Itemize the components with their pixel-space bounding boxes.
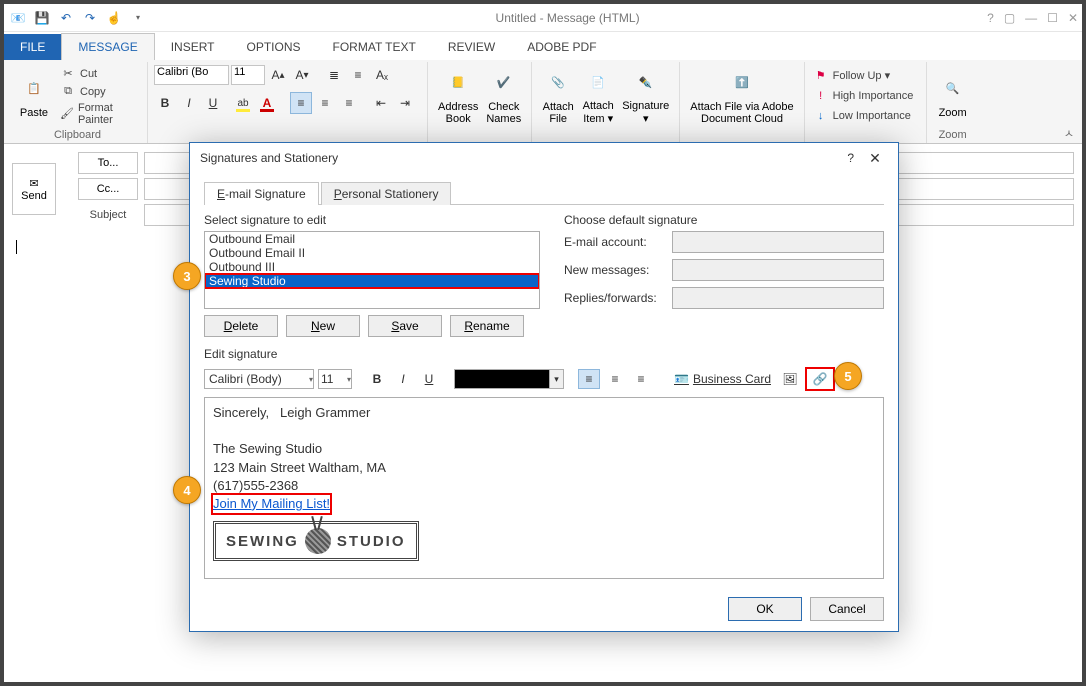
callout-3: 3 — [173, 262, 201, 290]
edit-size-select[interactable]: 11▾ — [318, 369, 352, 389]
signatures-dialog: Signatures and Stationery ? ✕ E-mail Sig… — [189, 142, 899, 632]
tab-email-signature[interactable]: E-mail Signature — [204, 182, 319, 205]
new-messages-select[interactable] — [672, 259, 884, 281]
save-button[interactable]: Save — [368, 315, 442, 337]
ok-button[interactable]: OK — [728, 597, 802, 621]
choose-default-label: Choose default signature — [564, 213, 884, 227]
sig-item-outbound3[interactable]: Outbound III — [205, 260, 539, 274]
edit-bold-button[interactable]: B — [366, 369, 388, 389]
callout-4: 4 — [173, 476, 201, 504]
sig-item-outbound[interactable]: Outbound Email — [205, 232, 539, 246]
edit-font-color[interactable]: ▾ — [454, 369, 564, 389]
business-card-icon: 🪪 — [674, 372, 689, 386]
business-card-button[interactable]: 🪪Business Card — [670, 372, 775, 386]
edit-toolbar: Calibri (Body)▾ 11▾ B I U ▾ ≡ ≡ ≡ 🪪Busin… — [204, 365, 884, 393]
delete-button[interactable]: Delete — [204, 315, 278, 337]
dialog-title: Signatures and Stationery — [200, 151, 338, 165]
edit-italic-button[interactable]: I — [392, 369, 414, 389]
edit-align-left-icon[interactable]: ≡ — [578, 369, 600, 389]
sig-mailing-link[interactable]: Join My Mailing List! — [213, 495, 330, 513]
edit-align-center-icon[interactable]: ≡ — [604, 369, 626, 389]
callout-5: 5 — [834, 362, 862, 390]
email-account-select[interactable] — [672, 231, 884, 253]
rename-button[interactable]: Rename — [450, 315, 524, 337]
sig-company: The Sewing Studio — [213, 440, 875, 458]
signature-edit-area[interactable]: Sincerely, Leigh Grammer The Sewing Stud… — [204, 397, 884, 579]
sig-item-sewing-studio[interactable]: Sewing Studio — [205, 274, 539, 288]
sig-phone: (617)555-2368 — [213, 477, 875, 495]
dialog-overlay: Signatures and Stationery ? ✕ E-mail Sig… — [4, 4, 1082, 682]
sig-address: 123 Main Street Waltham, MA — [213, 459, 875, 477]
new-messages-label: New messages: — [564, 263, 664, 277]
insert-picture-icon[interactable]: 🖼 — [779, 369, 801, 389]
dialog-help-icon[interactable]: ? — [847, 151, 854, 165]
sewing-studio-logo: SEWING STUDIO — [213, 521, 419, 561]
dialog-close-icon[interactable]: ✕ — [862, 147, 888, 169]
edit-underline-button[interactable]: U — [418, 369, 440, 389]
edit-signature-label: Edit signature — [204, 347, 884, 361]
select-signature-label: Select signature to edit — [204, 213, 540, 227]
sig-item-outbound2[interactable]: Outbound Email II — [205, 246, 539, 260]
replies-label: Replies/forwards: — [564, 291, 664, 305]
yarn-icon — [305, 528, 331, 554]
cancel-button[interactable]: Cancel — [810, 597, 884, 621]
signature-list[interactable]: Outbound Email Outbound Email II Outboun… — [204, 231, 540, 309]
email-account-label: E-mail account: — [564, 235, 664, 249]
sig-name: Leigh Grammer — [280, 405, 370, 420]
tab-personal-stationery[interactable]: Personal Stationery — [321, 182, 452, 205]
app-window: 📧 💾 ↶ ↷ ☝ ▾ Untitled - Message (HTML) ? … — [0, 0, 1086, 686]
replies-select[interactable] — [672, 287, 884, 309]
edit-font-select[interactable]: Calibri (Body)▾ — [204, 369, 314, 389]
sig-salutation: Sincerely, — [213, 405, 269, 420]
insert-hyperlink-icon[interactable]: 🔗 — [809, 369, 831, 389]
new-button[interactable]: New — [286, 315, 360, 337]
edit-align-right-icon[interactable]: ≡ — [630, 369, 652, 389]
